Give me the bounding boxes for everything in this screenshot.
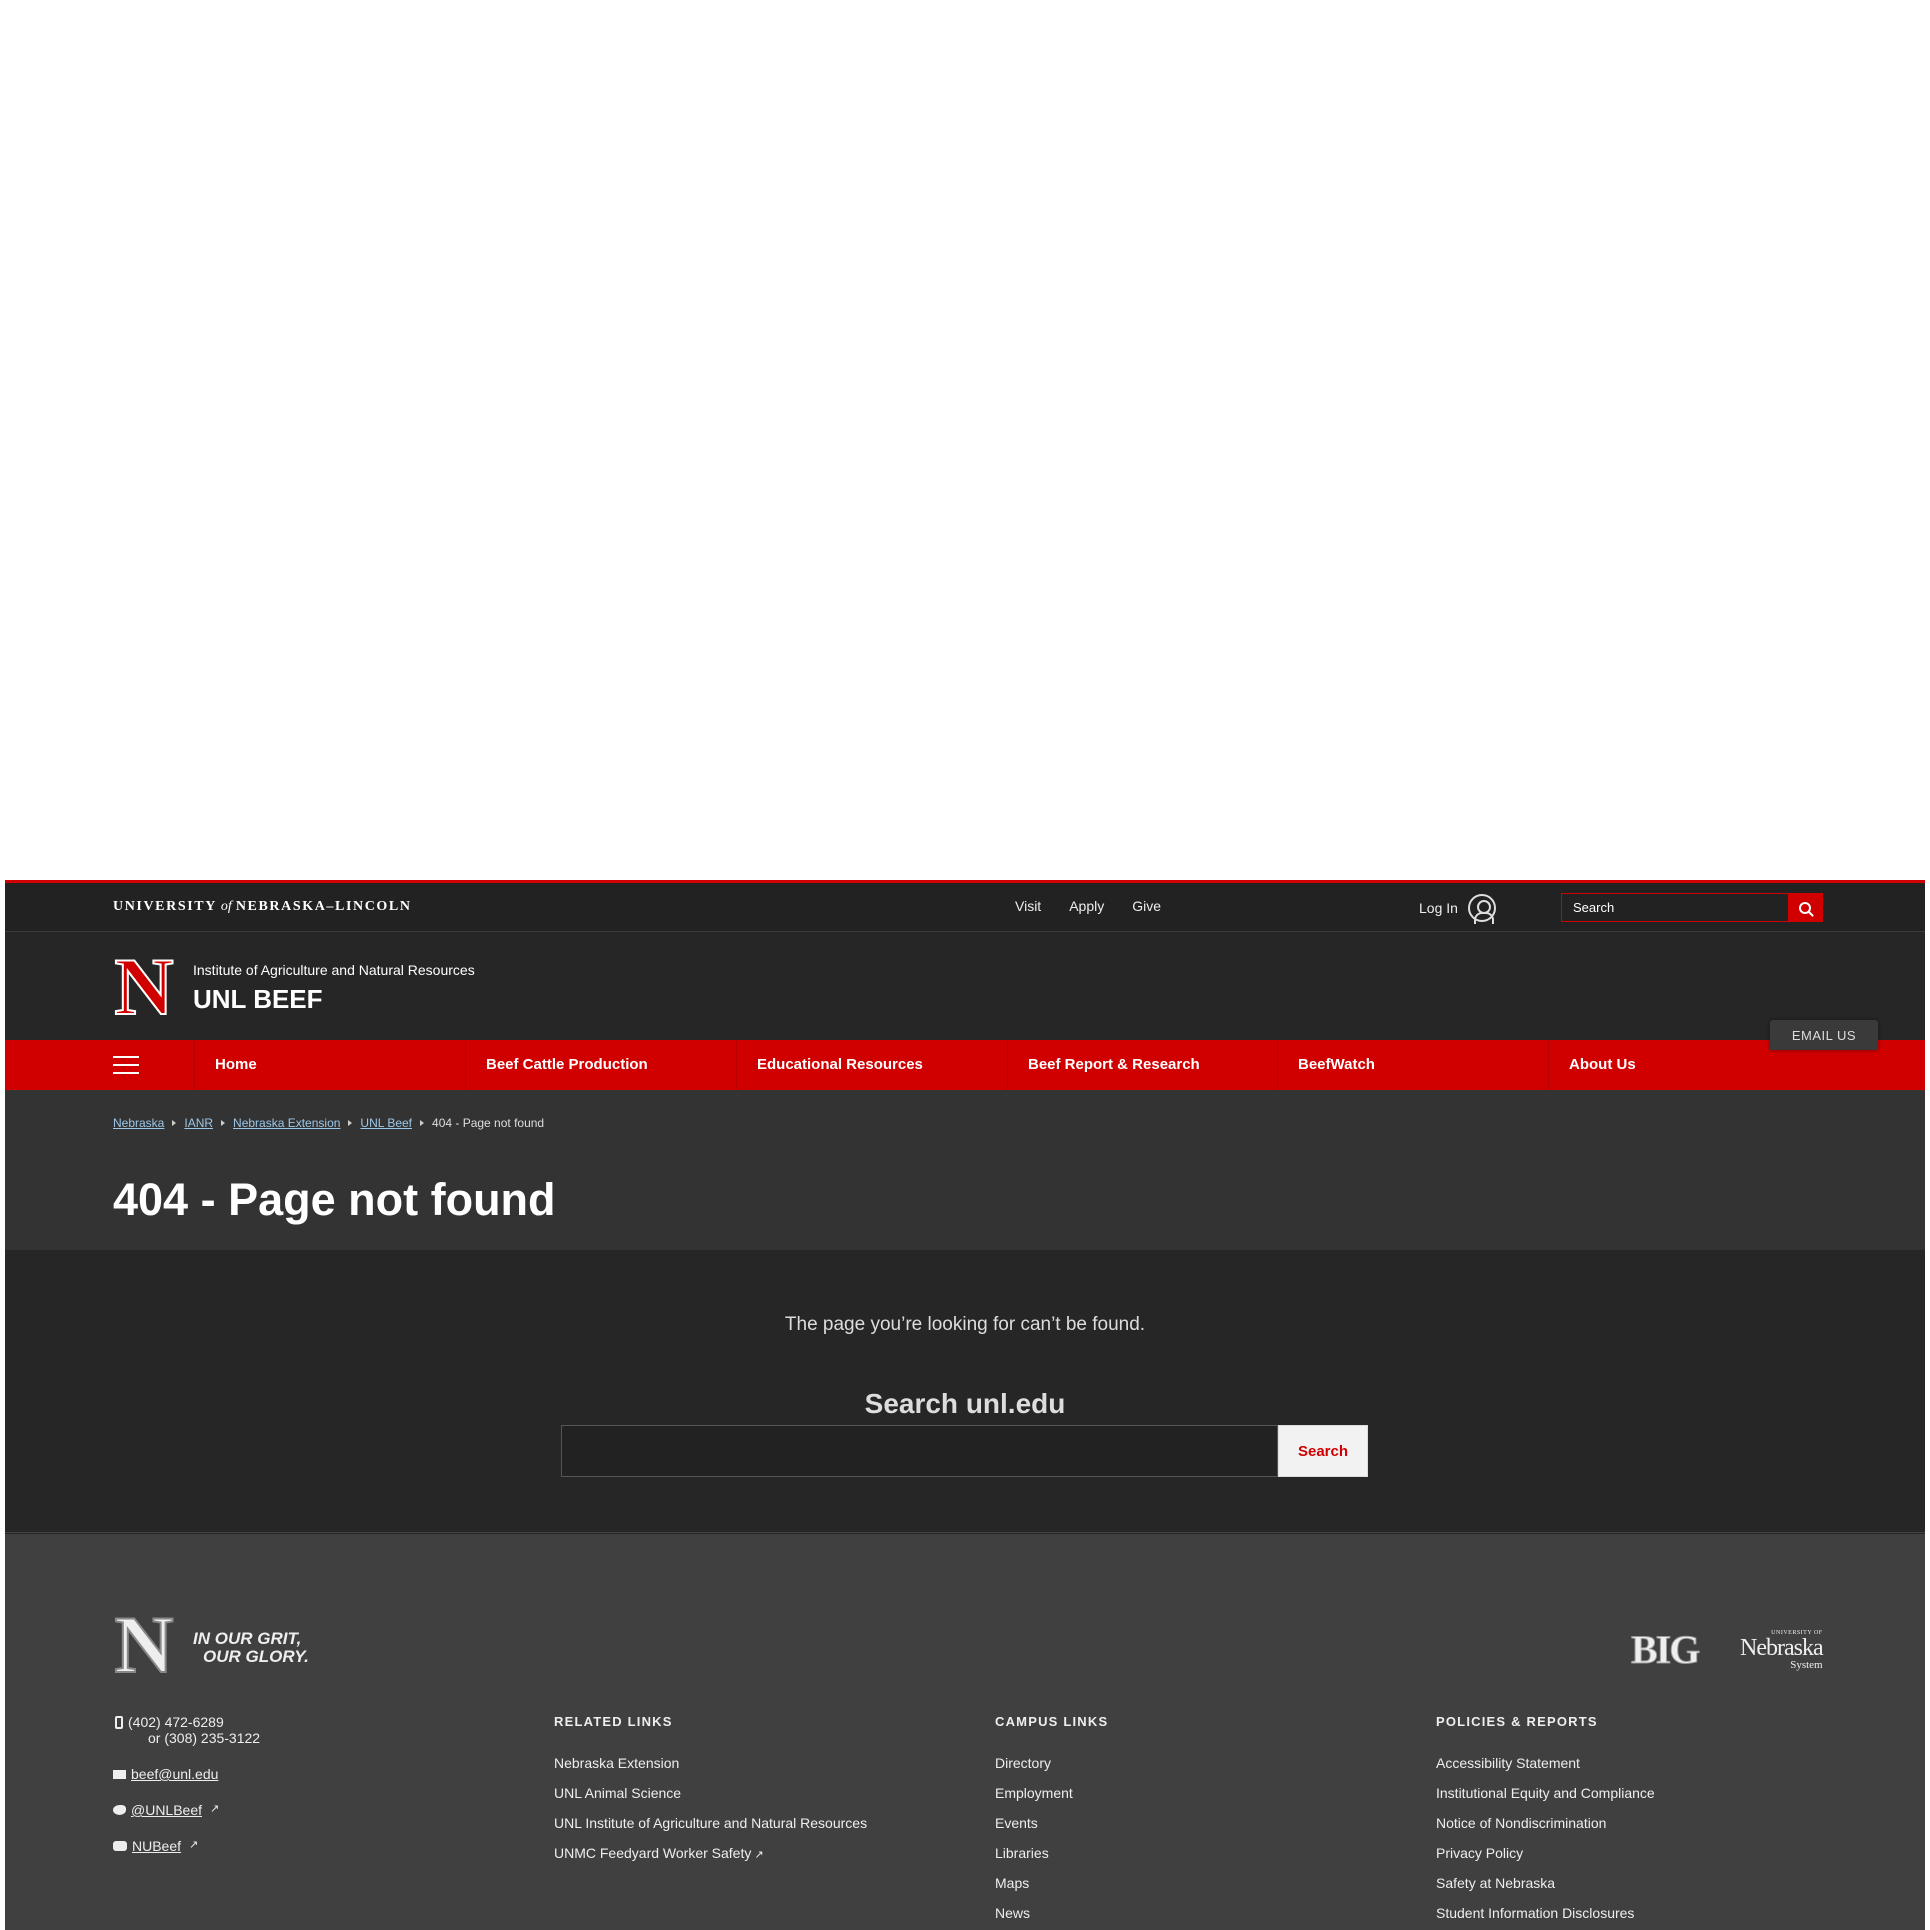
external-link-icon: ↗ <box>189 1839 199 1851</box>
unl-search-button[interactable]: Search <box>1278 1425 1368 1477</box>
breadcrumb-ianr[interactable]: IANR <box>184 1116 213 1130</box>
institute-name[interactable]: Institute of Agriculture and Natural Res… <box>193 962 475 978</box>
unl-site: UNIVERSITY of NEBRASKA–LINCOLN Visit Apply… <box>5 880 1925 1930</box>
external-link-icon: ↗ <box>210 1803 220 1815</box>
email-row: beef@unl.edu <box>113 1766 260 1782</box>
policy-link[interactable]: Privacy Policy <box>1436 1845 1523 1861</box>
campus-link[interactable]: Maps <box>995 1875 1029 1891</box>
related-link[interactable]: UNL Institute of Agriculture and Natural… <box>554 1815 867 1831</box>
campus-link[interactable]: Directory <box>995 1755 1051 1771</box>
menu-icon[interactable] <box>113 1056 139 1076</box>
policy-link[interactable]: Accessibility Statement <box>1436 1755 1580 1771</box>
big-ten-logo[interactable]: BIG <box>1630 1629 1700 1670</box>
utility-links: Visit Apply Give <box>1015 898 1161 914</box>
email-us-button[interactable]: EMAIL US <box>1770 1020 1878 1050</box>
phone-primary[interactable]: (402) 472-6289 <box>128 1714 260 1730</box>
youtube-row: NUBeef ↗ <box>113 1838 260 1854</box>
site-footer: N IN OUR GRIT, OUR GLORY. BIG UNIVERSITY… <box>5 1534 1925 1930</box>
nebraska-system-logo[interactable]: UNIVERSITY OF Nebraska System <box>1740 1630 1824 1671</box>
breadcrumb-separator-icon <box>221 1120 226 1126</box>
related-links-heading: RELATED LINKS <box>554 1714 673 1729</box>
youtube-icon <box>113 1841 127 1851</box>
campus-link[interactable]: Employment <box>995 1785 1073 1801</box>
twitter-link[interactable]: @UNLBeef <box>131 1802 202 1818</box>
unl-wordmark[interactable]: UNIVERSITY of NEBRASKA–LINCOLN <box>113 899 412 915</box>
external-link-icon: ↗ <box>754 1849 764 1861</box>
site-title[interactable]: UNL BEEF <box>193 984 323 1015</box>
nav-home[interactable]: Home <box>194 1040 465 1090</box>
nav-educational-resources[interactable]: Educational Resources <box>736 1040 1007 1090</box>
policy-link[interactable]: Institutional Equity and Compliance <box>1436 1785 1655 1801</box>
breadcrumb-nebraska[interactable]: Nebraska <box>113 1116 164 1130</box>
phone-row: (402) 472-6289 or (308) 235-3122 <box>113 1714 260 1746</box>
phone-icon <box>115 1716 123 1729</box>
top-search-button[interactable] <box>1788 894 1822 921</box>
page-title: 404 - Page not found <box>113 1174 556 1225</box>
nebraska-n-logo[interactable]: N <box>113 945 175 1029</box>
utility-bar: UNIVERSITY of NEBRASKA–LINCOLN Visit Apply… <box>5 883 1925 932</box>
policy-link[interactable]: Notice of Nondiscrimination <box>1436 1815 1606 1831</box>
policy-link[interactable]: Safety at Nebraska <box>1436 1875 1555 1891</box>
unl-search-input[interactable] <box>561 1425 1278 1477</box>
policies-links: POLICIES & REPORTS Accessibility Stateme… <box>1436 1714 1655 1930</box>
main-content: The page you’re looking for can’t be fou… <box>5 1250 1925 1533</box>
not-found-message: The page you’re looking for can’t be fou… <box>784 1314 1146 1335</box>
phone-secondary[interactable]: or (308) 235-3122 <box>128 1730 260 1746</box>
tagline: IN OUR GRIT, OUR GLORY. <box>193 1629 309 1666</box>
campus-link[interactable]: Libraries <box>995 1845 1049 1861</box>
breadcrumb-separator-icon <box>348 1120 353 1126</box>
policies-heading: POLICIES & REPORTS <box>1436 1714 1598 1729</box>
related-links: RELATED LINKS Nebraska Extension UNL Ani… <box>554 1714 867 1875</box>
footer-n-logo[interactable]: N <box>113 1603 175 1687</box>
apply-link[interactable]: Apply <box>1069 898 1104 914</box>
campus-links: CAMPUS LINKS Directory Employment Events… <box>995 1714 1108 1930</box>
nav-beef-cattle-production[interactable]: Beef Cattle Production <box>465 1040 736 1090</box>
campus-link[interactable]: News <box>995 1905 1030 1921</box>
related-link[interactable]: UNL Animal Science <box>554 1785 681 1801</box>
login-button[interactable]: Log In <box>1419 894 1496 924</box>
policy-link[interactable]: Student Information Disclosures <box>1436 1905 1634 1921</box>
search-icon <box>1799 901 1811 914</box>
nav-beefwatch[interactable]: BeefWatch <box>1277 1040 1548 1090</box>
breadcrumb-current: 404 - Page not found <box>432 1116 545 1130</box>
contact-info: (402) 472-6289 or (308) 235-3122 beef@un… <box>113 1714 260 1874</box>
main-nav: Home Beef Cattle Production Educational … <box>5 1040 1925 1090</box>
login-label: Log In <box>1419 900 1458 916</box>
email-link[interactable]: beef@unl.edu <box>131 1766 218 1782</box>
campus-link[interactable]: Events <box>995 1815 1038 1831</box>
breadcrumb-nebraska-extension[interactable]: Nebraska Extension <box>233 1116 340 1130</box>
breadcrumb-unl-beef[interactable]: UNL Beef <box>360 1116 412 1130</box>
breadcrumb-separator-icon <box>172 1120 177 1126</box>
user-icon <box>1467 894 1496 924</box>
visit-link[interactable]: Visit <box>1015 898 1041 914</box>
related-link[interactable]: Nebraska Extension <box>554 1755 679 1771</box>
search-heading: Search unl.edu <box>864 1388 1066 1419</box>
page-hero: Nebraska IANR Nebraska Extension UNL Bee… <box>5 1090 1925 1250</box>
site-header: N Institute of Agriculture and Natural R… <box>5 932 1925 1040</box>
breadcrumb: Nebraska IANR Nebraska Extension UNL Bee… <box>113 1116 544 1130</box>
related-link[interactable]: UNMC Feedyard Worker Safety <box>554 1845 751 1861</box>
twitter-icon <box>113 1805 126 1815</box>
twitter-row: @UNLBeef ↗ <box>113 1802 260 1818</box>
top-search-input[interactable] <box>1562 894 1788 921</box>
campus-links-heading: CAMPUS LINKS <box>995 1714 1109 1729</box>
breadcrumb-separator-icon <box>420 1120 425 1126</box>
nav-beef-report-research[interactable]: Beef Report & Research <box>1007 1040 1277 1090</box>
give-link[interactable]: Give <box>1132 898 1161 914</box>
unl-search-form: Search <box>561 1425 1368 1477</box>
youtube-link[interactable]: NUBeef <box>132 1838 181 1854</box>
mail-icon <box>113 1770 126 1779</box>
top-search-form <box>1561 893 1823 922</box>
